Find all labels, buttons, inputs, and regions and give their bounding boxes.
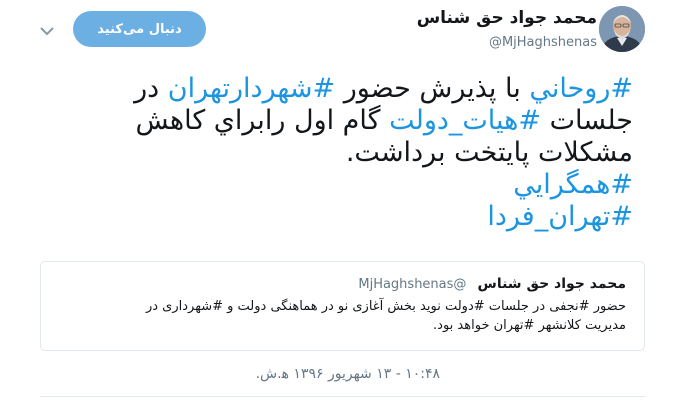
quote-author-name: محمد جواد حق شناس [477,276,626,292]
author-block: محمد جواد حق شناس @MjHaghshenas [417,6,597,52]
follow-button[interactable]: دنبال می‌کنید [73,11,206,47]
tweet-text-fragment: گام اول رابراي كاهش [135,105,390,136]
tweet-line: مشكلات پايتخت برداشت. [63,137,633,169]
author-display-name[interactable]: محمد جواد حق شناس [417,6,597,30]
divider [40,396,645,397]
quote-author-handle: @MjHaghshenas [358,277,467,292]
tweet-line: #روحاني با پذيرش حضور #شهردارتهران در [63,73,633,105]
tweet-text: #روحاني با پذيرش حضور #شهردارتهران در جل… [63,73,633,233]
hashtag-link[interactable]: #هيات_دولت [389,105,541,136]
tweet-text-fragment: مشكلات پايتخت برداشت. [345,137,633,168]
quoted-tweet[interactable]: محمد جواد حق شناس @MjHaghshenas حضور #نج… [40,261,645,351]
hashtag-link[interactable]: #تهران_فردا [487,201,633,232]
tweet-text-fragment: جلسات [541,105,633,136]
hashtag-link[interactable]: #همگرايي [513,169,633,200]
quote-line: حضور #نجفی در جلسات #دولت نوید بخش آغازی… [145,299,626,314]
tweet-timestamp[interactable]: ۱۰:۴۸ - ۱۳ شهریور ۱۳۹۶ ه‍.ش. [256,366,440,382]
tweet-line: #همگرايي [63,169,633,201]
avatar[interactable] [599,6,645,52]
quote-line: مدیریت کلانشهر #تهران خواهد بود. [433,318,626,333]
quote-body: حضور #نجفی در جلسات #دولت نوید بخش آغازی… [56,297,626,335]
quote-header: محمد جواد حق شناس @MjHaghshenas [358,273,626,292]
hashtag-link[interactable]: #شهردارتهران [168,73,335,104]
tweet-card: دنبال می‌کنید محمد جواد حق شناس @MjHaghs… [0,0,685,400]
hashtag-link[interactable]: #روحاني [529,73,633,104]
tweet-line: #تهران_فردا [63,201,633,233]
tweet-line: جلسات #هيات_دولت گام اول رابراي كاهش [63,105,633,137]
tweet-text-fragment: در [134,73,168,104]
tweet-text-fragment: با پذيرش حضور [335,73,530,104]
author-handle[interactable]: @MjHaghshenas [417,34,597,52]
chevron-down-icon[interactable] [36,22,58,40]
